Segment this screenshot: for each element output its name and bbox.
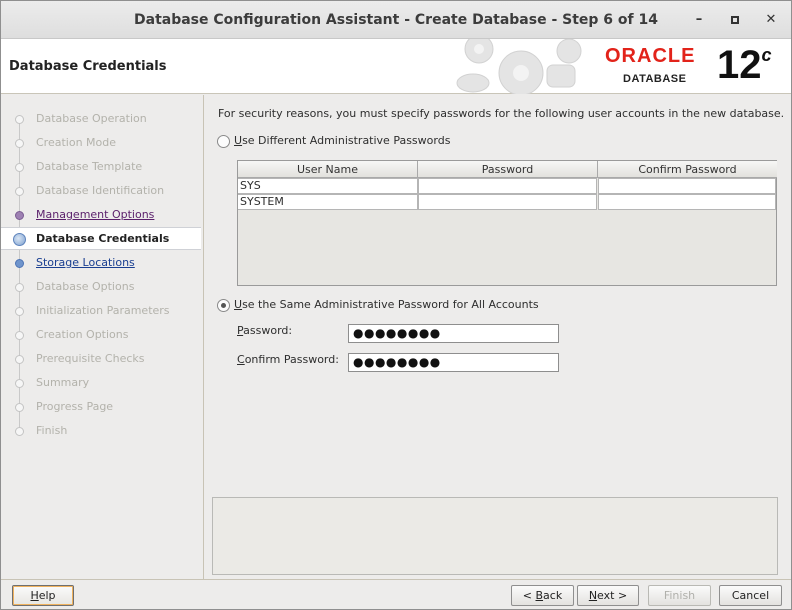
step-dot-icon (15, 307, 24, 316)
step-dot-icon (15, 379, 24, 388)
step-prerequisite-checks: Prerequisite Checks (1, 348, 201, 370)
step-creation-mode: Creation Mode (1, 132, 201, 154)
step-dot-icon (15, 163, 24, 172)
minimize-icon[interactable]: – (690, 11, 708, 29)
step-database-credentials: Database Credentials (1, 227, 201, 250)
password-field[interactable]: ●●●●●●●● (348, 324, 559, 343)
header-banner: Database Credentials ORACLE DATABASE 12c (1, 39, 791, 94)
title-bar: Database Configuration Assistant - Creat… (1, 1, 791, 39)
finish-button[interactable]: Finish (648, 585, 711, 606)
close-icon[interactable]: ✕ (762, 11, 780, 29)
step-management-options[interactable]: Management Options (1, 204, 201, 226)
sys-password-cell[interactable] (418, 178, 597, 194)
gears-icon (456, 39, 582, 94)
step-progress-page: Progress Page (1, 396, 201, 418)
step-dot-icon (15, 139, 24, 148)
step-dot-icon (15, 427, 24, 436)
step-database-options: Database Options (1, 276, 201, 298)
same-password-label[interactable]: Use the Same Administrative Password for… (234, 298, 539, 311)
dbca-window: Database Configuration Assistant - Creat… (0, 0, 792, 610)
intro-text: For security reasons, you must specify p… (218, 107, 785, 120)
user-passwords-table: User Name Password Confirm Password SYS … (237, 160, 777, 286)
password-label: Password: (237, 324, 293, 337)
step-dot-icon (15, 283, 24, 292)
system-confirm-password-cell[interactable] (598, 194, 776, 210)
column-header-confirm-password[interactable]: Confirm Password (598, 161, 777, 178)
version-logo: 12c (717, 43, 772, 87)
column-header-password[interactable]: Password (418, 161, 598, 178)
window-title: Database Configuration Assistant - Creat… (134, 12, 658, 28)
sys-confirm-password-cell[interactable] (598, 178, 776, 194)
step-dot-icon (15, 211, 24, 220)
different-passwords-label[interactable]: Use Different Administrative Passwords (234, 134, 450, 147)
steps-sidebar: Database Operation Creation Mode Databas… (1, 95, 204, 579)
different-passwords-radio[interactable] (217, 135, 230, 148)
confirm-password-field[interactable]: ●●●●●●●● (348, 353, 559, 372)
confirm-password-label: Confirm Password: (237, 353, 339, 366)
maximize-icon[interactable] (726, 11, 744, 29)
step-dot-icon (15, 115, 24, 124)
step-database-identification: Database Identification (1, 180, 201, 202)
message-pane (212, 497, 778, 575)
step-database-template: Database Template (1, 156, 201, 178)
step-database-operation: Database Operation (1, 108, 201, 130)
page-title: Database Credentials (9, 59, 167, 74)
step-creation-options: Creation Options (1, 324, 201, 346)
same-password-radio[interactable] (217, 299, 230, 312)
column-header-user-name[interactable]: User Name (238, 161, 418, 178)
oracle-logo: ORACLE DATABASE (605, 45, 696, 85)
cancel-button[interactable]: Cancel (719, 585, 782, 606)
current-step-icon (13, 233, 26, 246)
step-finish: Finish (1, 420, 201, 442)
step-initialization-parameters: Initialization Parameters (1, 300, 201, 322)
table-row-system-user: SYSTEM (238, 194, 418, 210)
step-dot-icon (15, 355, 24, 364)
step-summary: Summary (1, 372, 201, 394)
step-storage-locations[interactable]: Storage Locations (1, 252, 201, 274)
step-dot-icon (15, 259, 24, 268)
button-bar: Help < Back Next > Finish Cancel (1, 579, 791, 609)
step-dot-icon (15, 187, 24, 196)
help-button[interactable]: Help (12, 585, 74, 606)
table-row-sys-user: SYS (238, 178, 418, 194)
step-dot-icon (15, 331, 24, 340)
next-button[interactable]: Next > (577, 585, 639, 606)
back-button[interactable]: < Back (511, 585, 574, 606)
step-dot-icon (15, 403, 24, 412)
system-password-cell[interactable] (418, 194, 597, 210)
